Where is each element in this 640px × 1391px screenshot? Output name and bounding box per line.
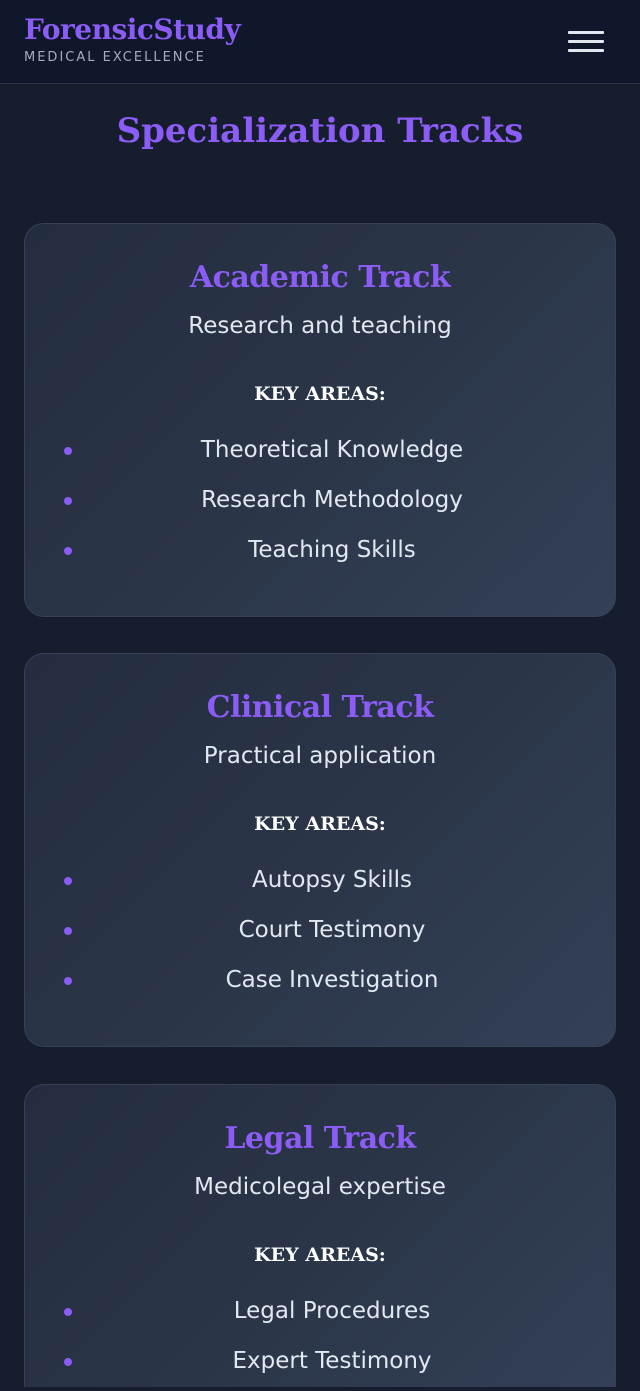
brand-name: ForensicStudy bbox=[24, 13, 241, 46]
area-label: Research Methodology bbox=[201, 487, 463, 513]
list-item: Court Testimony bbox=[25, 910, 615, 960]
bullet-icon bbox=[64, 1358, 72, 1366]
bullet-icon bbox=[64, 977, 72, 985]
list-item: Case Investigation bbox=[25, 960, 615, 1010]
list-item: Legal Procedures bbox=[25, 1291, 615, 1341]
list-item: Theoretical Knowledge bbox=[25, 430, 615, 480]
track-subtitle: Medicolegal expertise bbox=[194, 1174, 446, 1200]
brand-tagline: MEDICAL EXCELLENCE bbox=[24, 50, 206, 65]
area-label: Expert Testimony bbox=[232, 1348, 432, 1374]
area-label: Theoretical Knowledge bbox=[200, 437, 464, 463]
area-label: Legal Procedures bbox=[233, 1298, 431, 1324]
page-title: Specialization Tracks bbox=[116, 111, 524, 151]
bullet-icon bbox=[64, 877, 72, 885]
key-areas-list: Legal Procedures Expert Testimony bbox=[25, 1291, 615, 1391]
track-subtitle: Research and teaching bbox=[188, 313, 452, 339]
track-title: Legal Track bbox=[224, 1121, 416, 1156]
area-label: Case Investigation bbox=[225, 967, 439, 993]
track-card-legal: Legal Track Medicolegal expertise KEY AR… bbox=[24, 1084, 616, 1387]
menu-bar bbox=[568, 49, 604, 52]
list-item: Expert Testimony bbox=[25, 1341, 615, 1391]
key-areas-heading: KEY AREAS: bbox=[254, 383, 386, 405]
track-title: Clinical Track bbox=[206, 690, 434, 725]
list-item: Research Methodology bbox=[25, 480, 615, 530]
key-areas-heading: KEY AREAS: bbox=[254, 813, 386, 835]
bullet-icon bbox=[64, 1308, 72, 1316]
bullet-icon bbox=[64, 547, 72, 555]
area-label: Teaching Skills bbox=[248, 537, 416, 563]
track-card-clinical: Clinical Track Practical application KEY… bbox=[24, 653, 616, 1047]
area-label: Court Testimony bbox=[238, 917, 426, 943]
key-areas-list: Theoretical Knowledge Research Methodolo… bbox=[25, 430, 615, 580]
bullet-icon bbox=[64, 497, 72, 505]
bullet-icon bbox=[64, 447, 72, 455]
area-label: Autopsy Skills bbox=[252, 867, 412, 893]
list-item: Teaching Skills bbox=[25, 530, 615, 580]
track-card-academic: Academic Track Research and teaching KEY… bbox=[24, 223, 616, 617]
track-subtitle: Practical application bbox=[203, 743, 437, 769]
track-title: Academic Track bbox=[189, 260, 451, 295]
brand-logo[interactable]: ForensicStudy MEDICAL EXCELLENCE bbox=[24, 12, 241, 65]
hamburger-menu-icon[interactable] bbox=[568, 31, 604, 53]
key-areas-heading: KEY AREAS: bbox=[254, 1244, 386, 1266]
site-header: ForensicStudy MEDICAL EXCELLENCE bbox=[0, 0, 640, 84]
menu-bar bbox=[568, 31, 604, 34]
list-item: Autopsy Skills bbox=[25, 860, 615, 910]
key-areas-list: Autopsy Skills Court Testimony Case Inve… bbox=[25, 860, 615, 1010]
menu-bar bbox=[568, 40, 604, 43]
bullet-icon bbox=[64, 927, 72, 935]
